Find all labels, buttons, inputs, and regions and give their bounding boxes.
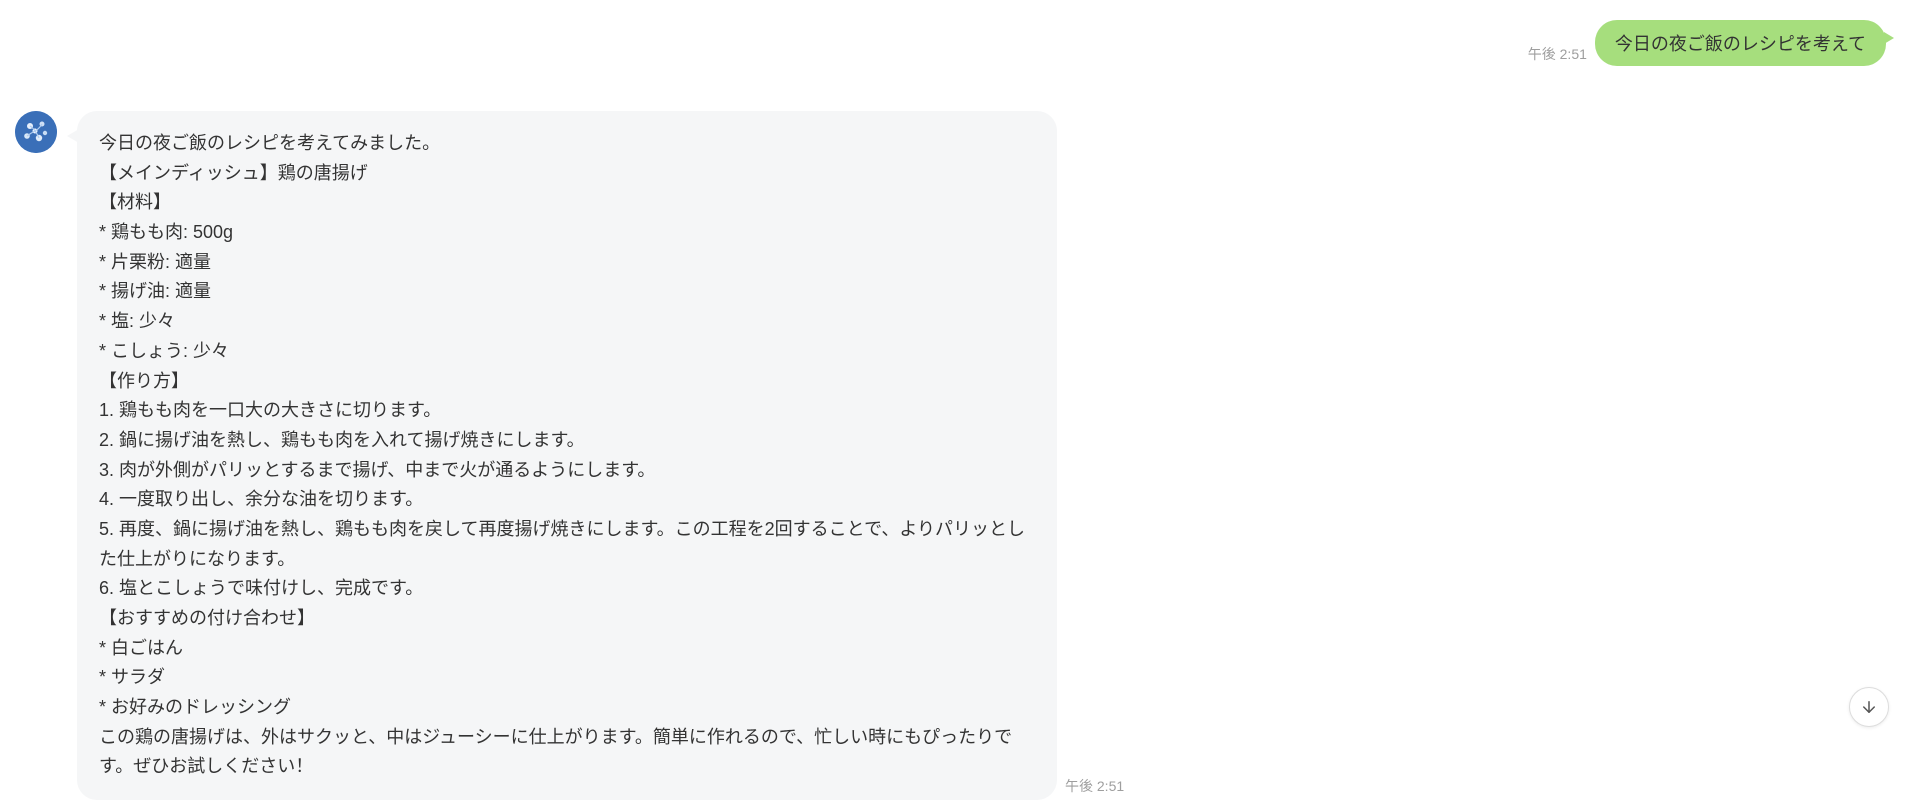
bot-message-line: 2. 鍋に揚げ油を熱し、鶏もも肉を入れて揚げ焼きにします。 <box>99 426 1035 456</box>
bot-content-wrapper: 今日の夜ご飯のレシピを考えてみました。【メインディッシュ】鶏の唐揚げ【材料】* … <box>77 111 1124 800</box>
bot-message-line: * 白ごはん <box>99 634 1035 664</box>
bot-message-line: 5. 再度、鍋に揚げ油を熱し、鶏もも肉を戻して再度揚げ焼きにします。この工程を2… <box>99 515 1035 574</box>
bot-message-line: * 鶏もも肉: 500g <box>99 218 1035 248</box>
bot-message-line: * 塩: 少々 <box>99 307 1035 337</box>
bot-message-line: 【材料】 <box>99 188 1035 218</box>
bot-message-line: 今日の夜ご飯のレシピを考えてみました。 <box>99 129 1035 159</box>
user-message-bubble[interactable]: 今日の夜ご飯のレシピを考えて <box>1595 20 1886 66</box>
bot-timestamp: 午後 2:51 <box>1065 776 1124 800</box>
chat-container: 午後 2:51 今日の夜ご飯のレシピを考えて 今日の夜ご飯のレシピを考えてみまし… <box>0 0 1911 749</box>
bot-message-row: 今日の夜ご飯のレシピを考えてみました。【メインディッシュ】鶏の唐揚げ【材料】* … <box>15 111 1896 800</box>
bot-message-line: 1. 鶏もも肉を一口大の大きさに切ります。 <box>99 396 1035 426</box>
scroll-down-button[interactable] <box>1849 687 1889 727</box>
bot-message-line: 4. 一度取り出し、余分な油を切ります。 <box>99 485 1035 515</box>
bot-message-line: * サラダ <box>99 663 1035 693</box>
bot-message-line: 【おすすめの付け合わせ】 <box>99 604 1035 634</box>
bot-avatar-icon <box>15 111 57 153</box>
bot-message-line: * 片栗粉: 適量 <box>99 248 1035 278</box>
bot-message-line: 【メインディッシュ】鶏の唐揚げ <box>99 159 1035 189</box>
bot-message-line: * 揚げ油: 適量 <box>99 277 1035 307</box>
bot-message-line: 3. 肉が外側がパリッとするまで揚げ、中まで火が通るようにします。 <box>99 456 1035 486</box>
bot-message-line: この鶏の唐揚げは、外はサクッと、中はジューシーに仕上がります。簡単に作れるので、… <box>99 723 1035 782</box>
arrow-down-icon <box>1860 698 1878 716</box>
bot-message-line: * こしょう: 少々 <box>99 337 1035 367</box>
bot-message-line: 【作り方】 <box>99 367 1035 397</box>
bot-message-line: 6. 塩とこしょうで味付けし、完成です。 <box>99 574 1035 604</box>
user-timestamp: 午後 2:51 <box>1528 44 1587 66</box>
user-message-row: 午後 2:51 今日の夜ご飯のレシピを考えて <box>15 20 1896 66</box>
bot-message-line: * お好みのドレッシング <box>99 693 1035 723</box>
bot-avatar[interactable] <box>15 111 57 153</box>
user-message-text: 今日の夜ご飯のレシピを考えて <box>1615 34 1866 54</box>
bot-message-bubble[interactable]: 今日の夜ご飯のレシピを考えてみました。【メインディッシュ】鶏の唐揚げ【材料】* … <box>77 111 1057 800</box>
